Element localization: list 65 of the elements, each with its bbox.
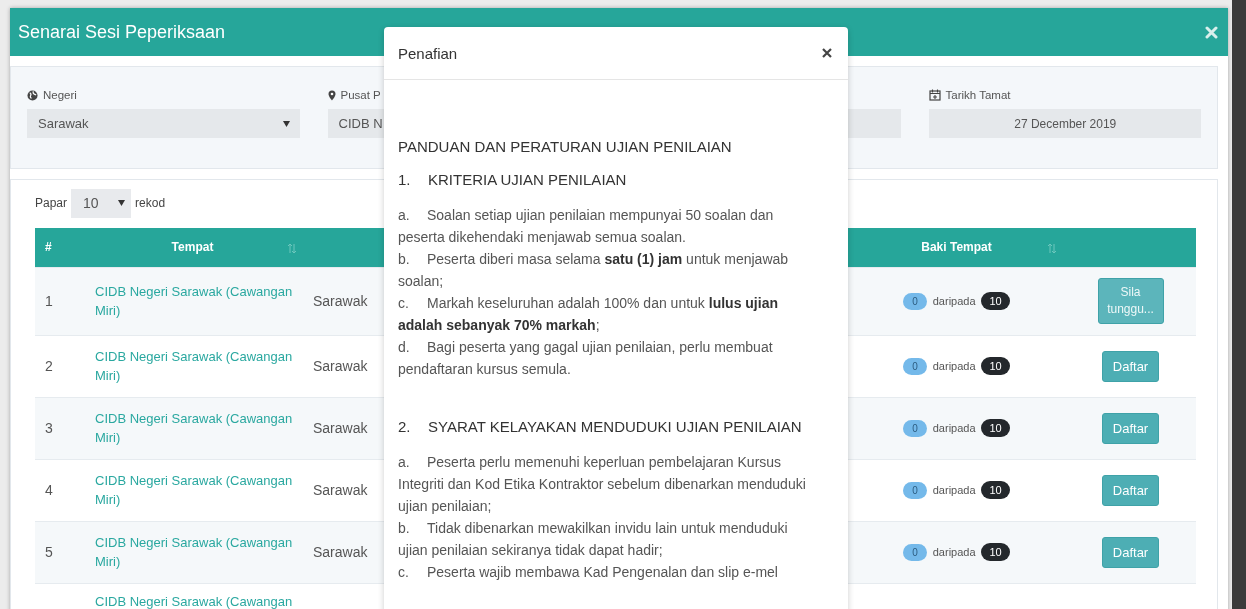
- table-cell: daripada: [932, 484, 976, 496]
- row-number: 3: [45, 420, 53, 436]
- count-badge: 10: [981, 419, 1010, 437]
- dialog-title: Penafian: [398, 44, 458, 62]
- globe-icon: [27, 89, 38, 101]
- field-label: Tarikh Tamat: [945, 89, 1011, 101]
- register-button[interactable]: Daftar: [1101, 536, 1160, 568]
- count-badge: 0: [903, 293, 927, 310]
- section-number: 1.: [398, 171, 412, 188]
- count-badge: 0: [903, 420, 927, 437]
- location-link[interactable]: CIDB Negeri Sarawak (Cawangan Miri): [88, 471, 297, 509]
- table-cell: Sarawak: [313, 293, 368, 309]
- calendar-icon: [928, 89, 941, 101]
- document-heading: PANDUAN DAN PERATURAN UJIAN PENILAIAN: [398, 138, 733, 155]
- section-number: 2.: [398, 418, 412, 435]
- field-label: Pusat P: [340, 89, 381, 101]
- table-cell: daripada: [932, 422, 976, 434]
- table-cell: Sarawak: [313, 358, 368, 374]
- table-cell: Sarawak: [313, 544, 368, 560]
- window-title: Senarai Sesi Peperiksaan: [18, 21, 226, 43]
- list-item: a. Soalan setiap ujian penilaian mempunyai 50 soalan dan peserta dikehendaki menjawab semua soalan.: [398, 206, 775, 247]
- table-cell: daripada: [932, 360, 976, 372]
- list-item: d. Bagi peserta yang gagal ujian penilaian, perlu membuat pendaftaran kursus semula.: [398, 338, 774, 379]
- register-button[interactable]: Daftar: [1101, 474, 1160, 506]
- sort-icon[interactable]: [287, 243, 297, 254]
- list-item: c. Peserta wajib membawa Kad Pengenalan dan slip e-mel: [398, 563, 779, 582]
- count-badge: 10: [981, 481, 1010, 499]
- register-button[interactable]: Daftar: [1101, 412, 1160, 444]
- column-header[interactable]: Baki Tempat: [921, 240, 992, 255]
- section-title: SYARAT KELAYAKAN MENDUDUKI UJIAN PENILAIAN: [428, 418, 802, 435]
- table-cell: Sarawak: [313, 420, 368, 436]
- column-header[interactable]: Tempat: [171, 240, 214, 255]
- row-number: 2: [45, 358, 53, 374]
- row-number: 5: [45, 544, 53, 560]
- page-length-select[interactable]: 10: [71, 188, 132, 218]
- column-header[interactable]: #: [45, 240, 52, 255]
- close-icon[interactable]: [822, 48, 832, 58]
- field-label: Negeri: [43, 89, 77, 101]
- row-number: 4: [45, 482, 53, 498]
- table-cell: daripada: [932, 546, 976, 558]
- count-badge: 0: [903, 358, 927, 375]
- row-number: 1: [45, 293, 53, 309]
- list-item: b. Tidak dibenarkan mewakilkan invidu lain untuk menduduki ujian penilaian sekiranya tidak dapat hadir;: [398, 519, 789, 560]
- pin-icon: [327, 89, 336, 101]
- date-field[interactable]: 27 December 2019: [928, 109, 1201, 138]
- caret-icon: [282, 120, 290, 127]
- sort-icon[interactable]: [1047, 243, 1057, 254]
- register-button[interactable]: Daftar: [1101, 350, 1160, 382]
- table-cell: daripada: [932, 295, 976, 307]
- length-label: Papar: [35, 196, 68, 210]
- location-link[interactable]: CIDB Negeri Sarawak (Cawangan: [88, 591, 297, 609]
- count-badge: 0: [903, 544, 927, 561]
- list-item: b. Peserta diberi masa selama satu (1) jam untuk menjawab soalan;: [398, 250, 790, 291]
- length-label: rekod: [135, 196, 166, 210]
- count-badge: 0: [903, 482, 927, 499]
- list-item: a. Peserta perlu memenuhi keperluan pembelajaran Kursus Integriti dan Kod Etika Kontraktor sebelum dibenarkan menduduki ujian penilaian;: [398, 453, 807, 516]
- count-badge: 10: [981, 357, 1010, 375]
- count-badge: 10: [981, 292, 1010, 310]
- location-link[interactable]: CIDB Negeri Sarawak (Cawangan Miri): [88, 347, 297, 385]
- list-item: c. Markah keseluruhan adalah 100% dan untuk lulus ujian adalah sebanyak 70% markah;: [398, 294, 779, 335]
- table-cell: Sarawak: [313, 482, 368, 498]
- select-field[interactable]: Sarawak: [27, 109, 300, 138]
- count-badge: 10: [981, 543, 1010, 561]
- caret-icon: [118, 200, 126, 206]
- section-title: KRITERIA UJIAN PENILAIAN: [428, 171, 627, 188]
